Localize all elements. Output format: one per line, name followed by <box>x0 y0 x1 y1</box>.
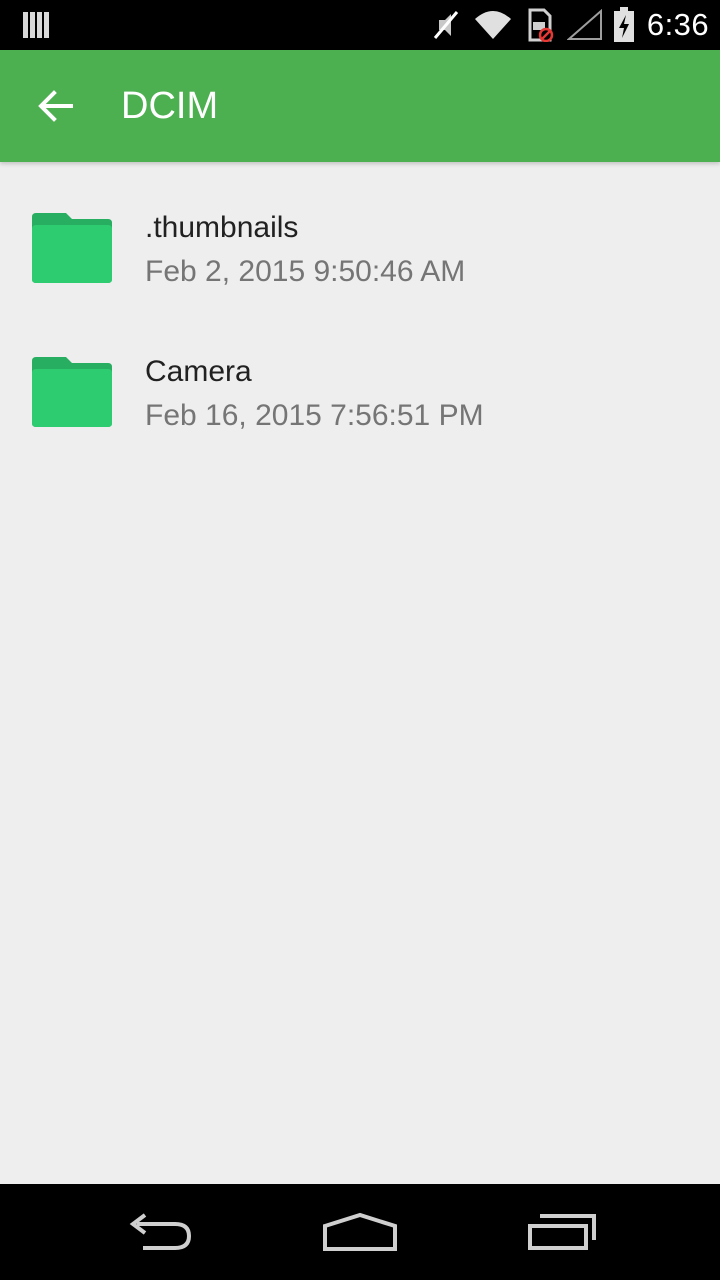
status-time: 6:36 <box>646 7 710 42</box>
file-name: Camera <box>145 355 252 388</box>
page-title: DCIM <box>121 85 219 127</box>
back-button[interactable] <box>22 72 90 140</box>
screen: 6:36 DCIM .thumbnails Feb 2, 2015 9:50:4… <box>0 0 720 1280</box>
file-date: Feb 16, 2015 7:56:51 PM <box>145 399 484 432</box>
signal-icon <box>565 0 605 50</box>
list-item[interactable]: .thumbnails Feb 2, 2015 9:50:46 AM <box>0 179 720 323</box>
home-nav-icon <box>323 1212 397 1251</box>
app-bar: DCIM <box>0 50 720 162</box>
sim-error-icon <box>524 0 556 50</box>
mute-icon <box>428 0 464 50</box>
file-date: Feb 2, 2015 9:50:46 AM <box>145 255 466 288</box>
folder-icon <box>32 213 112 285</box>
battery-charging-icon <box>610 0 638 50</box>
file-list: .thumbnails Feb 2, 2015 9:50:46 AM Camer… <box>0 162 720 467</box>
recents-nav-icon <box>528 1214 596 1250</box>
arrow-back-icon <box>38 90 73 122</box>
back-nav-button[interactable] <box>90 1184 230 1280</box>
folder-icon <box>32 357 112 429</box>
status-bar: 6:36 <box>0 0 720 50</box>
file-name: .thumbnails <box>145 211 299 244</box>
notification-bars-icon <box>20 0 52 50</box>
wifi-icon <box>472 0 514 50</box>
list-item[interactable]: Camera Feb 16, 2015 7:56:51 PM <box>0 323 720 467</box>
home-nav-button[interactable] <box>290 1184 430 1280</box>
recents-nav-button[interactable] <box>492 1184 632 1280</box>
back-nav-icon <box>129 1213 192 1250</box>
nav-bar <box>0 1184 720 1280</box>
